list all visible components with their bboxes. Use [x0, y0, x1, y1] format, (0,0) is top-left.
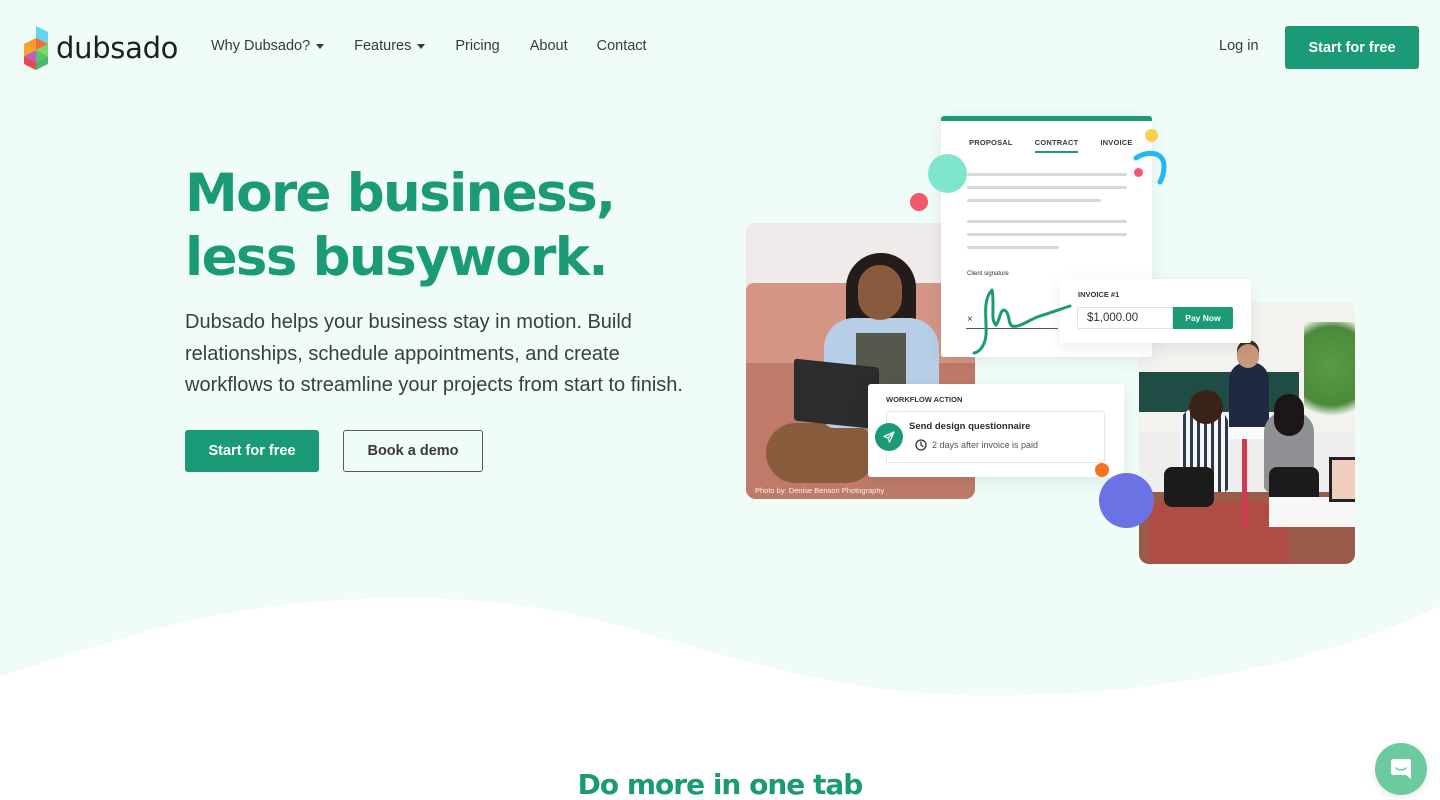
- caret-down-icon: [417, 44, 426, 49]
- nav-features[interactable]: Features: [354, 38, 426, 54]
- send-icon-badge: [875, 423, 903, 451]
- laptop-image: [794, 358, 879, 430]
- text-placeholder-line: [967, 186, 1127, 189]
- paper-plane-icon: [883, 431, 895, 443]
- nav-why-dubsado-label: Why Dubsado?: [211, 38, 311, 54]
- workflow-action-card: WORKFLOW ACTION Send design questionnair…: [868, 384, 1124, 477]
- nav-why-dubsado[interactable]: Why Dubsado?: [211, 38, 325, 54]
- decorative-dot-red: [910, 193, 928, 211]
- hero-subtext: Dubsado helps your business stay in moti…: [185, 311, 683, 396]
- tab-proposal[interactable]: PROPOSAL: [969, 138, 1013, 147]
- workflow-step-timing: 2 days after invoice is paid: [915, 439, 1038, 451]
- decorative-dot-yellow: [1145, 129, 1158, 142]
- decorative-dot-red-small: [1134, 168, 1143, 177]
- headline-line-2: less busywork.: [185, 227, 609, 288]
- signature-label: Client signature: [967, 271, 1009, 277]
- nav-links: Why Dubsado? Features Pricing About Cont…: [211, 38, 677, 54]
- decorative-dot-mint: [928, 154, 967, 193]
- nav-pricing[interactable]: Pricing: [455, 38, 499, 54]
- text-placeholder-line: [967, 246, 1059, 249]
- hero-headline: More business, less busywork.: [185, 162, 616, 290]
- clock-icon: [915, 439, 927, 451]
- nav-features-label: Features: [354, 38, 412, 54]
- headline-line-1: More business,: [185, 163, 616, 224]
- invoice-card: INVOICE #1 $1,000.00 Pay Now: [1060, 279, 1251, 343]
- book-demo-button[interactable]: Book a demo: [343, 430, 483, 472]
- logo-text: dubsado: [56, 31, 179, 65]
- chat-bubble-icon: [1391, 759, 1411, 779]
- workflow-label: WORKFLOW ACTION: [886, 395, 963, 404]
- chat-widget-button[interactable]: [1375, 743, 1427, 795]
- tab-invoice[interactable]: INVOICE: [1100, 138, 1132, 147]
- signature-scribble: [972, 288, 1072, 355]
- workflow-step-timing-text: 2 days after invoice is paid: [932, 440, 1039, 450]
- nav-pricing-label: Pricing: [455, 38, 500, 54]
- logo[interactable]: dubsado: [22, 26, 178, 70]
- top-navigation: dubsado Why Dubsado? Features Pricing Ab…: [0, 0, 1440, 95]
- pay-now-button[interactable]: Pay Now: [1173, 307, 1233, 329]
- text-placeholder-line: [967, 233, 1127, 236]
- nav-contact-label: Contact: [596, 38, 647, 54]
- login-link[interactable]: Log in: [1219, 38, 1259, 54]
- nav-start-free-button[interactable]: Start for free: [1285, 26, 1419, 69]
- nav-about[interactable]: About: [530, 38, 568, 54]
- text-placeholder-line: [967, 199, 1101, 202]
- photo-caption: Photo by: Denise Benson Photography: [755, 486, 885, 495]
- caret-down-icon: [316, 44, 325, 49]
- text-placeholder-line: [967, 173, 1127, 176]
- decorative-dot-purple: [1099, 473, 1154, 528]
- tab-contract[interactable]: CONTRACT: [1034, 138, 1079, 153]
- nav-about-label: About: [529, 38, 568, 54]
- invoice-amount-field[interactable]: $1,000.00: [1077, 307, 1173, 329]
- document-tabs: PROPOSAL CONTRACT INVOICE: [969, 138, 1155, 153]
- section-title: Do more in one tab: [577, 768, 864, 800]
- invoice-label: INVOICE #1: [1078, 290, 1120, 299]
- workflow-step-title: Send design questionnaire: [909, 421, 1031, 432]
- logo-cube-icon: [24, 26, 48, 70]
- nav-contact[interactable]: Contact: [597, 38, 647, 54]
- decorative-dot-orange: [1095, 463, 1109, 477]
- hero-start-free-button[interactable]: Start for free: [185, 430, 319, 472]
- workflow-step: Send design questionnaire 2 days after i…: [886, 411, 1105, 463]
- text-placeholder-line: [967, 220, 1127, 223]
